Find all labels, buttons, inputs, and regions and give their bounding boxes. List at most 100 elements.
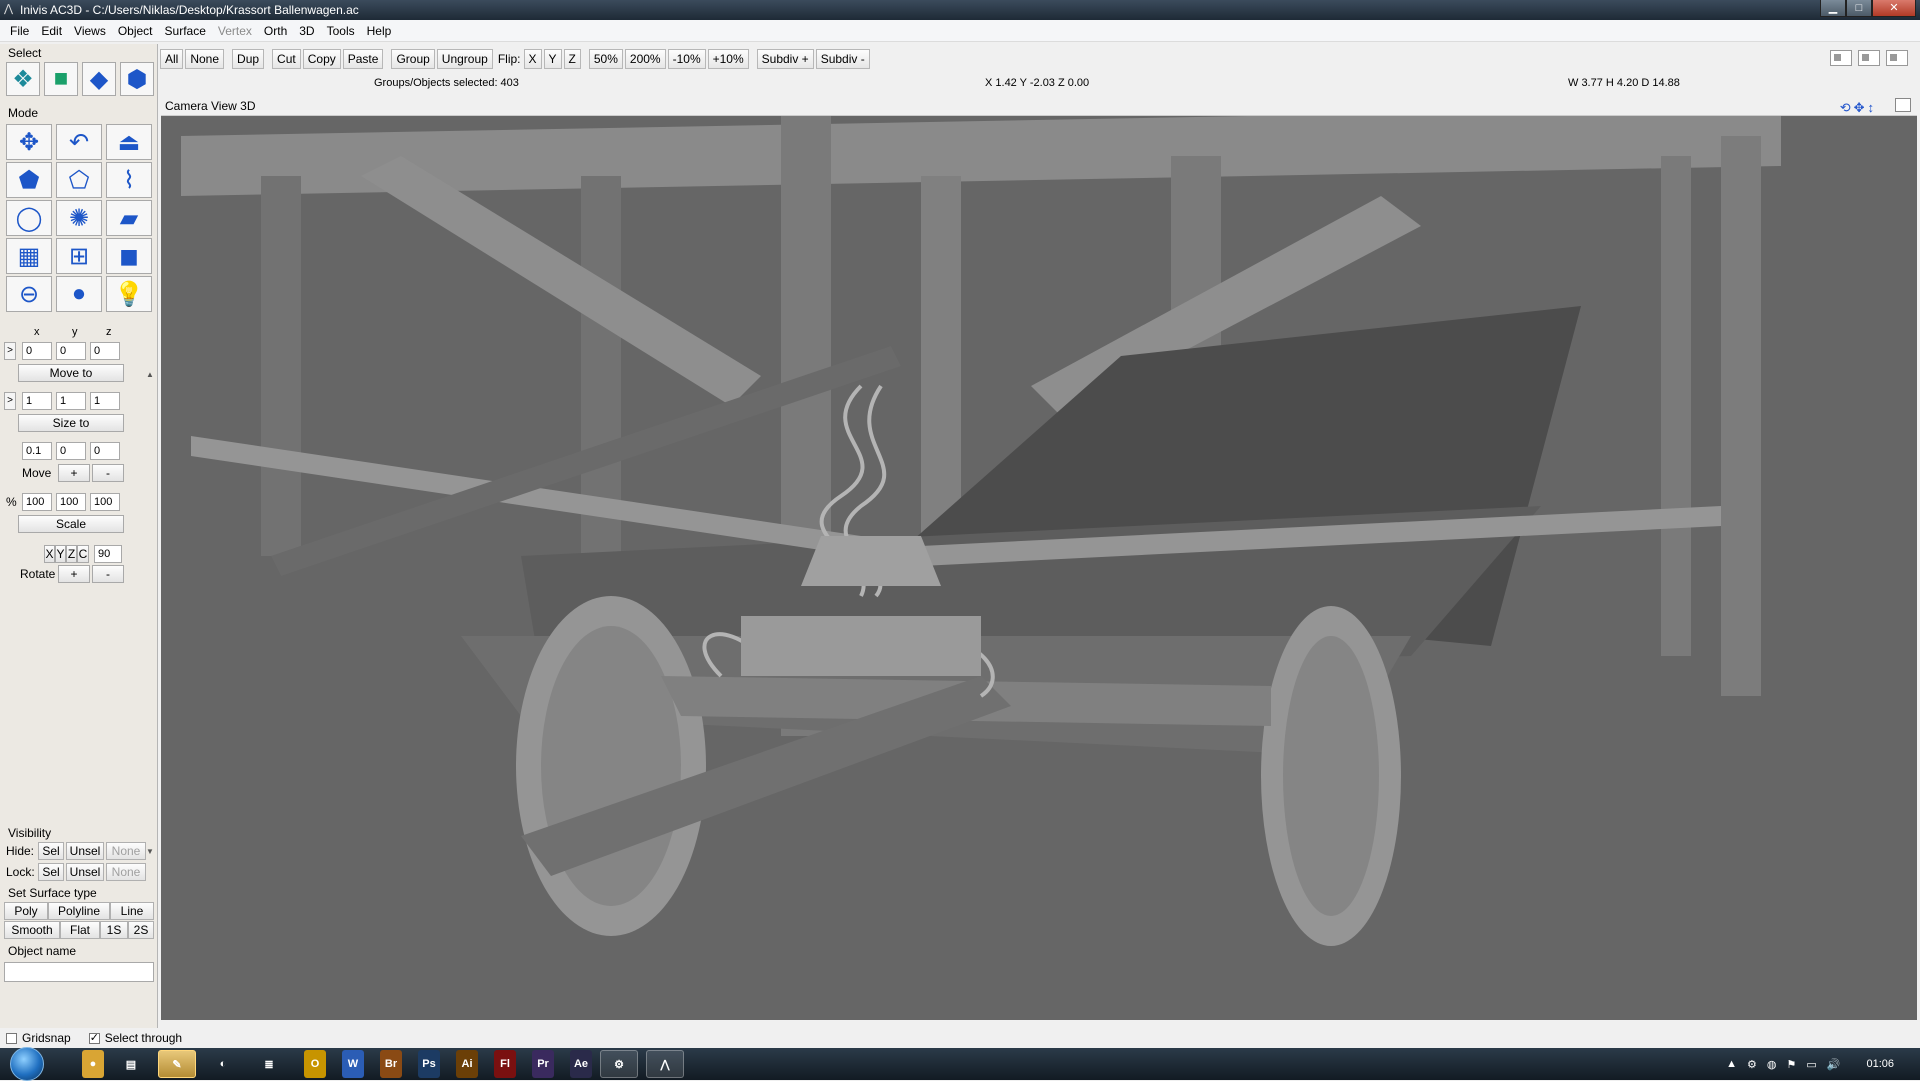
scale-y-input[interactable]: 100 [56, 493, 86, 511]
taskbar-steam-icon[interactable]: ⚙ [600, 1050, 638, 1078]
menu-3d[interactable]: 3D [293, 24, 320, 38]
menu-views[interactable]: Views [68, 24, 112, 38]
duplicate-button[interactable]: Dup [232, 49, 265, 69]
hide-unsel-button[interactable]: Unsel [66, 842, 104, 860]
view-rotate-pan-icons[interactable]: ⟲✥↕ [1840, 98, 1877, 118]
moveto-get-button[interactable]: > [4, 342, 16, 360]
tray-monitor-icon[interactable]: ▭ [1806, 1058, 1816, 1071]
select-group-icon[interactable]: ❖ [6, 62, 40, 96]
flip-y-button[interactable]: Y [543, 49, 562, 69]
mesh-tool-icon[interactable]: ▦ [6, 238, 52, 274]
sizeto-x-input[interactable]: 1 [22, 392, 52, 410]
moveto-y-input[interactable]: 0 [56, 342, 86, 360]
surface-line-button[interactable]: Line [110, 902, 154, 920]
menu-vertex[interactable]: Vertex [212, 24, 258, 38]
taskbar-notepad-icon[interactable]: ≣ [250, 1050, 288, 1078]
sizeto-y-input[interactable]: 1 [56, 392, 86, 410]
cylinder-tool-icon[interactable]: ⊖ [6, 276, 52, 312]
view-maximize-icon[interactable] [1895, 98, 1911, 112]
scale-z-input[interactable]: 100 [90, 493, 120, 511]
select-object-icon[interactable]: ■ [44, 62, 78, 96]
extrude-tool-icon[interactable]: ⏏ [106, 124, 152, 160]
scale-200-button[interactable]: 200% [624, 49, 666, 69]
3d-viewport[interactable] [161, 96, 1917, 1020]
surface-polyline-button[interactable]: Polyline [48, 902, 110, 920]
taskbar-media-icon[interactable]: ◐ [204, 1050, 242, 1078]
menu-orth[interactable]: Orth [258, 24, 293, 38]
clock[interactable]: 01:06 [1866, 1058, 1894, 1070]
panel-scrollbar[interactable]: ▲ ▼ [145, 370, 155, 864]
tray-expand-icon[interactable]: ▲ [1726, 1058, 1737, 1070]
cut-button[interactable]: Cut [272, 49, 301, 69]
taskbar-ac3d-window-icon[interactable]: ⋀ [646, 1050, 684, 1078]
disk-tool-icon[interactable]: ✺ [56, 200, 102, 236]
menu-help[interactable]: Help [361, 24, 398, 38]
move-x-input[interactable]: 0.1 [22, 442, 52, 460]
subdivided-box-icon[interactable]: ⊞ [56, 238, 102, 274]
object-name-input[interactable] [4, 962, 154, 982]
dual-view-icon[interactable] [1858, 50, 1880, 66]
rotate-axis-c[interactable]: C [77, 545, 89, 563]
surface-2s-button[interactable]: 2S [128, 921, 154, 939]
light-tool-icon[interactable]: 💡 [106, 276, 152, 312]
sphere-tool-icon[interactable]: ● [56, 276, 102, 312]
menu-object[interactable]: Object [112, 24, 159, 38]
hide-none-button[interactable]: None [106, 842, 146, 860]
tray-network-icon[interactable]: ◍ [1767, 1058, 1777, 1071]
polygon-tool-icon[interactable]: ⬟ [6, 162, 52, 198]
scale-minus10-button[interactable]: -10% [667, 49, 706, 69]
menu-surface[interactable]: Surface [159, 24, 212, 38]
select-surface-icon[interactable]: ⬢ [120, 62, 154, 96]
ungroup-button[interactable]: Ungroup [436, 49, 493, 69]
select-vertex-icon[interactable]: ◆ [82, 62, 116, 96]
lock-unsel-button[interactable]: Unsel [66, 863, 104, 881]
box-tool-icon[interactable]: ◼ [106, 238, 152, 274]
surface-poly-button[interactable]: Poly [4, 902, 48, 920]
taskbar-chrome-icon[interactable]: ● [82, 1050, 104, 1078]
scale-button[interactable]: Scale [18, 515, 124, 533]
select-through-checkbox[interactable] [88, 1031, 100, 1044]
surface-1s-button[interactable]: 1S [100, 921, 128, 939]
sizeto-z-input[interactable]: 1 [90, 392, 120, 410]
scale-x-input[interactable]: 100 [22, 493, 52, 511]
move-to-button[interactable]: Move to [18, 364, 124, 382]
move-plus-button[interactable]: + [58, 464, 90, 482]
rotate-tool-icon[interactable]: ↶ [56, 124, 102, 160]
taskbar-bridge-icon[interactable]: Br [380, 1050, 402, 1078]
rectangle-tool-icon[interactable]: ▰ [106, 200, 152, 236]
taskbar-word-icon[interactable]: W [342, 1050, 364, 1078]
tray-flag-icon[interactable]: ⚑ [1786, 1058, 1796, 1071]
start-button[interactable] [10, 1047, 44, 1081]
maximize-button[interactable]: □ [1846, 0, 1872, 17]
scale-plus10-button[interactable]: +10% [707, 49, 749, 69]
tray-steam-icon[interactable]: ⚙ [1747, 1058, 1757, 1071]
taskbar-ac3d-icon[interactable]: ✎ [158, 1050, 196, 1078]
taskbar-aftereffects-icon[interactable]: Ae [570, 1050, 592, 1078]
move-tool-icon[interactable]: ✥ [6, 124, 52, 160]
single-view-icon[interactable] [1830, 50, 1852, 66]
menu-tools[interactable]: Tools [321, 24, 361, 38]
copy-button[interactable]: Copy [302, 49, 341, 69]
move-minus-button[interactable]: - [92, 464, 124, 482]
lock-none-button[interactable]: None [106, 863, 146, 881]
subdiv-plus-button[interactable]: Subdiv + [756, 49, 814, 69]
surface-smooth-button[interactable]: Smooth [4, 921, 60, 939]
taskbar-photoshop-icon[interactable]: Ps [418, 1050, 440, 1078]
polyline-tool-icon[interactable]: ⬠ [56, 162, 102, 198]
taskbar-illustrator-icon[interactable]: Ai [456, 1050, 478, 1078]
tray-volume-icon[interactable]: 🔊 [1827, 1058, 1841, 1071]
move-y-input[interactable]: 0 [56, 442, 86, 460]
gridsnap-checkbox[interactable] [6, 1032, 17, 1044]
flip-z-button[interactable]: Z [563, 49, 581, 69]
select-none-button[interactable]: None [185, 49, 225, 69]
size-to-button[interactable]: Size to [18, 414, 124, 432]
menu-edit[interactable]: Edit [35, 24, 68, 38]
paste-button[interactable]: Paste [342, 49, 384, 69]
taskbar-outlook-icon[interactable]: O [304, 1050, 326, 1078]
flip-x-button[interactable]: X [523, 49, 542, 69]
rotate-plus-button[interactable]: + [58, 565, 90, 583]
taskbar-explorer-icon[interactable]: ▤ [112, 1050, 150, 1078]
lock-sel-button[interactable]: Sel [38, 863, 64, 881]
rotate-angle-input[interactable]: 90 [94, 545, 122, 563]
menu-file[interactable]: File [4, 24, 35, 38]
